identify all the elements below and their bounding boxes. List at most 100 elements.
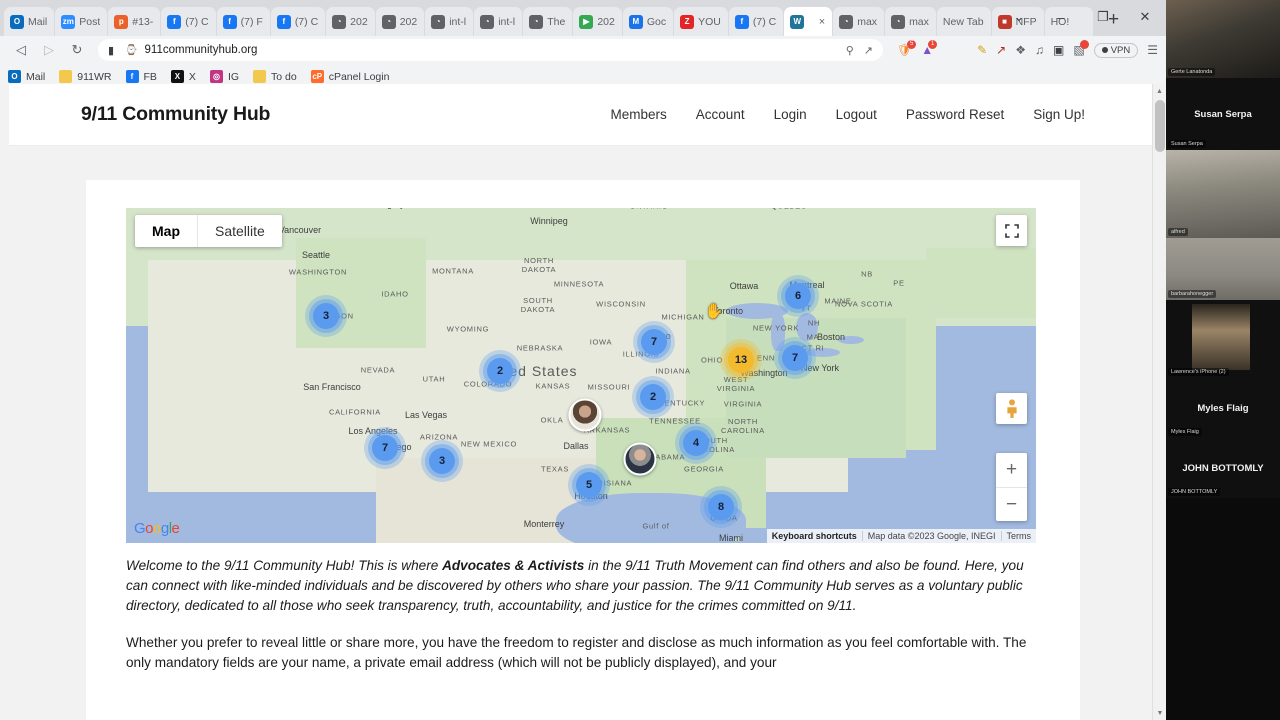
browser-tab-active[interactable]: W × <box>784 7 833 36</box>
member-avatar-2[interactable] <box>623 442 657 476</box>
member-avatar-1[interactable] <box>568 398 602 432</box>
zoom-search-icon[interactable]: ⚲ <box>846 44 854 57</box>
browser-tab[interactable]: f (7) C <box>270 7 326 36</box>
street-view-pegman-icon[interactable] <box>996 393 1027 424</box>
bookmark-item[interactable]: 911WR <box>59 70 112 83</box>
video-tile[interactable]: barbarahonegger <box>1166 238 1280 300</box>
browser-tab[interactable]: ◔ 202 <box>326 7 375 36</box>
video-tile[interactable]: alfred <box>1166 150 1280 238</box>
tab-list-button[interactable]: ⌄ <box>998 0 1040 34</box>
bookmark-item[interactable]: O Mail <box>8 70 45 83</box>
hamburger-menu-icon[interactable]: ☰ <box>1147 43 1158 57</box>
browser-tab[interactable]: ◔ max <box>833 7 885 36</box>
share-icon[interactable]: ↗ <box>864 44 873 57</box>
fullscreen-icon[interactable] <box>996 215 1027 246</box>
map-cluster-marker[interactable]: 3 <box>305 295 347 337</box>
map-cluster-marker[interactable]: 7 <box>633 321 675 363</box>
vpn-button[interactable]: VPN <box>1093 42 1139 58</box>
x-twitter-icon: X <box>170 70 184 83</box>
maximize-button[interactable]: ❐ <box>1082 0 1124 34</box>
browser-tab[interactable]: M Goc <box>622 7 674 36</box>
browser-tab[interactable]: ◔ int-l <box>425 7 474 36</box>
video-tile[interactable]: JOHN BOTTOMLY JOHN BOTTOMLY <box>1166 438 1280 498</box>
globe-icon: ◔ <box>431 14 446 29</box>
browser-tab[interactable]: Z YOU <box>674 7 728 36</box>
keyboard-shortcuts-link[interactable]: Keyboard shortcuts <box>767 531 863 541</box>
map-zoom-control[interactable]: + − <box>996 453 1027 521</box>
map-cluster-marker[interactable]: 5 <box>568 464 610 506</box>
bookmark-icon[interactable]: ▮ <box>108 44 114 57</box>
site-settings-icon[interactable]: ⌚ <box>125 45 137 56</box>
warning-triangle-icon[interactable]: ▲ 1 <box>921 40 938 57</box>
map-cluster-marker[interactable]: 7 <box>774 337 816 379</box>
bookmark-label: cPanel Login <box>328 70 390 83</box>
map-cluster-marker[interactable]: 13 <box>720 339 762 381</box>
address-bar[interactable]: ▮ ⌚ 911communityhub.org ⚲ ↗ <box>98 39 883 61</box>
nav-link-password-reset[interactable]: Password Reset <box>906 107 1004 122</box>
reload-button[interactable]: ↻ <box>64 38 90 62</box>
map-type-control[interactable]: Map Satellite <box>135 215 282 247</box>
page-scrollbar[interactable]: ▲ ▼ <box>1152 84 1166 720</box>
bookmark-item[interactable]: To do <box>253 70 297 83</box>
video-tile[interactable]: Susan Serpa Susan Serpa <box>1166 78 1280 150</box>
video-tile[interactable]: Gerte Lanatonda <box>1166 0 1280 78</box>
folder-icon <box>59 70 73 83</box>
bookmark-item[interactable]: f FB <box>125 70 157 83</box>
map-cluster-marker[interactable]: 3 <box>421 440 463 482</box>
browser-tab[interactable]: f (7) F <box>216 7 270 36</box>
browser-tab[interactable]: New Tab <box>936 7 991 36</box>
nav-link-login[interactable]: Login <box>774 107 807 122</box>
browser-tab[interactable]: ◔ The <box>523 7 573 36</box>
browser-tab[interactable]: O Mail <box>4 7 55 36</box>
video-tile[interactable]: Lawrence's iPhone (2) <box>1166 300 1280 378</box>
browser-tab[interactable]: f (7) C <box>161 7 216 36</box>
browser-tab[interactable]: ▶ 202 <box>573 7 622 36</box>
highlighter-icon[interactable]: ✎ <box>977 43 987 57</box>
forward-button[interactable]: ▷ <box>36 38 62 62</box>
browser-tab[interactable]: p #13- <box>108 7 161 36</box>
map-cluster-marker[interactable]: 2 <box>632 376 674 418</box>
zoom-in-button[interactable]: + <box>996 453 1027 487</box>
map-cluster-marker[interactable]: 4 <box>675 422 717 464</box>
browser-tab[interactable]: ◔ 202 <box>375 7 425 36</box>
map-cluster-marker[interactable]: 8 <box>700 486 742 528</box>
outlook-icon: O <box>8 70 21 83</box>
screenshot-icon[interactable]: ▧ <box>1073 40 1089 57</box>
sidebar-panel-icon[interactable]: ▣ <box>1053 43 1064 57</box>
music-note-icon[interactable]: ♫ <box>1035 43 1044 57</box>
map-cluster-marker[interactable]: 7 <box>364 427 406 469</box>
puzzle-icon[interactable]: ❖ <box>1015 43 1026 57</box>
bookmark-item[interactable]: cP cPanel Login <box>310 70 390 83</box>
map-type-satellite[interactable]: Satellite <box>197 215 282 247</box>
browser-tab[interactable]: ◔ max <box>885 7 936 36</box>
nav-link-account[interactable]: Account <box>696 107 745 122</box>
bookmark-item[interactable]: XX <box>170 70 196 83</box>
nav-link-sign-up[interactable]: Sign Up! <box>1033 107 1085 122</box>
scrollbar-thumb[interactable] <box>1155 100 1165 152</box>
close-window-button[interactable]: ✕ <box>1124 0 1166 34</box>
brave-shield-icon[interactable]: 🛡 5 <box>897 40 917 57</box>
tab-label: max <box>909 15 929 28</box>
zoom-out-button[interactable]: − <box>996 487 1027 521</box>
url-text: 911communityhub.org <box>144 44 258 56</box>
video-tile[interactable]: Myles Flaig Myles Flaig <box>1166 378 1280 438</box>
nav-link-members[interactable]: Members <box>611 107 667 122</box>
back-button[interactable]: ◁ <box>8 38 34 62</box>
nav-link-logout[interactable]: Logout <box>836 107 877 122</box>
terms-link[interactable]: Terms <box>1002 531 1037 541</box>
map-type-map[interactable]: Map <box>135 215 197 247</box>
map-cluster-marker[interactable]: 2 <box>479 350 521 392</box>
scroll-up-arrow[interactable]: ▲ <box>1153 84 1166 98</box>
browser-tab[interactable]: zm Post <box>55 7 108 36</box>
browser-tab[interactable]: ◔ int-l <box>474 7 523 36</box>
bookmark-label: Mail <box>26 70 46 83</box>
browser-tab[interactable]: f (7) C <box>728 7 784 36</box>
scroll-down-arrow[interactable]: ▼ <box>1153 706 1167 720</box>
arrow-expand-icon[interactable]: ↗ <box>996 43 1006 57</box>
bookmark-item[interactable]: ◎ IG <box>209 70 239 83</box>
minimize-button[interactable]: – <box>1040 0 1082 34</box>
members-map[interactable]: CalgaryWinnipegONTARIOQUEBECVancouverSea… <box>126 208 1036 543</box>
map-cluster-marker[interactable]: 6 <box>777 275 819 317</box>
page-title: 9/11 Community Hub <box>81 103 271 125</box>
close-tab-icon[interactable]: × <box>819 16 825 28</box>
